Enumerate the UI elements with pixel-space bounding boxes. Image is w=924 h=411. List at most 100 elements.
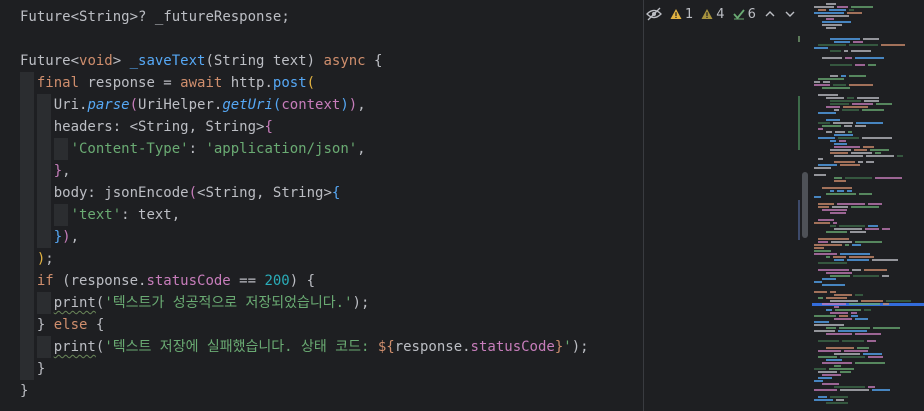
minimap-line [823, 81, 830, 83]
minimap-line [834, 41, 850, 43]
minimap-line [857, 347, 869, 349]
minimap-line [864, 100, 879, 102]
code-line[interactable]: body: jsonEncode(<String, String>{ [20, 182, 640, 204]
code-token: ; [45, 251, 54, 267]
code-line[interactable] [20, 28, 640, 50]
chevron-up-icon [765, 11, 775, 17]
minimap-line [849, 84, 873, 86]
minimap-line [845, 57, 852, 59]
code-line[interactable]: headers: <String, String>{ [20, 116, 640, 138]
minimap-line [859, 193, 872, 195]
code-line[interactable]: } [20, 380, 640, 402]
code-token: print [53, 295, 96, 311]
code-token: , [70, 229, 80, 245]
code-line[interactable]: 'text': text, [20, 204, 640, 226]
minimap-line [852, 103, 873, 105]
code-line[interactable]: final response = await http. post( [20, 72, 640, 94]
code-token: async [323, 53, 366, 69]
code-token: } [20, 361, 46, 377]
minimap-line [830, 103, 849, 105]
minimap-line [868, 225, 878, 227]
minimap-line [834, 177, 842, 179]
code-token: ) [62, 229, 71, 245]
minimap-line [854, 149, 867, 151]
minimap-line [826, 359, 842, 361]
previous-problem-button[interactable] [764, 8, 776, 20]
code-token: if [36, 273, 54, 289]
minimap-line [868, 203, 882, 205]
code-line[interactable]: Future < void > _saveText (String text) asyn… [20, 50, 640, 72]
minimap-line [833, 84, 846, 86]
code-line[interactable]: } else { [20, 314, 640, 336]
code-line[interactable]: }), [20, 226, 640, 248]
minimap-line [849, 44, 878, 46]
minimap-line [866, 161, 874, 163]
code-line[interactable]: if (response. statusCode == 200) { [20, 270, 640, 292]
minimap-line [848, 131, 852, 133]
minimap-line [849, 256, 874, 258]
minimap-line [826, 347, 854, 349]
code-token: ( [306, 75, 316, 91]
code-token: ) { [289, 273, 316, 289]
minimap-line [875, 152, 881, 154]
minimap-line [814, 47, 828, 49]
code-token: , [62, 163, 71, 179]
hide-highlighting-button[interactable] [646, 7, 662, 21]
minimap-line [818, 137, 835, 139]
typos-counter[interactable]: 6 [732, 6, 756, 22]
code-token: post [272, 75, 307, 91]
code-token: parse [87, 97, 130, 113]
minimap-line [845, 244, 849, 246]
minimap[interactable] [812, 0, 924, 411]
code-token: ' [563, 339, 572, 355]
minimap-line [818, 350, 841, 352]
minimap-line [818, 158, 823, 160]
code-area[interactable]: Future < String >? _futureResponse; Future < v… [20, 6, 640, 411]
minimap-line [814, 321, 829, 323]
minimap-line [868, 386, 875, 388]
minimap-line [853, 275, 879, 277]
code-token: body: [20, 185, 105, 201]
code-line[interactable]: } [20, 358, 640, 380]
code-editor[interactable]: Future < String >? _futureResponse; Future < v… [0, 0, 924, 411]
minimap-line [855, 362, 885, 364]
minimap-line [876, 103, 892, 105]
minimap-line [845, 177, 872, 179]
minimap-line [822, 362, 852, 364]
minimap-line [882, 275, 889, 277]
code-line[interactable]: }, [20, 160, 640, 182]
minimap-line [844, 350, 868, 352]
typos-count: 6 [747, 6, 756, 22]
minimap-line [822, 374, 841, 376]
minimap-line [834, 294, 852, 296]
code-line[interactable]: Future < String >? _futureResponse; [20, 6, 640, 28]
minimap-line [814, 389, 837, 391]
minimap-line [826, 97, 844, 99]
warnings-count: 1 [685, 6, 694, 22]
minimap-line [818, 262, 847, 264]
minimap-line [822, 125, 841, 127]
minimap-line [861, 300, 883, 302]
code-token: { [331, 185, 341, 201]
vertical-scrollbar[interactable] [802, 172, 808, 238]
minimap-line [818, 122, 830, 124]
minimap-line [822, 21, 851, 23]
warnings-counter[interactable]: 1 [670, 7, 693, 22]
code-line[interactable]: ); [20, 248, 640, 270]
minimap-line [814, 291, 827, 293]
code-token: final [36, 75, 80, 91]
minimap-line [852, 269, 861, 271]
minimap-line [826, 402, 848, 404]
code-line[interactable]: print('텍스트가 성공적으로 저장되었습니다.'); [20, 292, 640, 314]
minimap-line [826, 3, 836, 5]
minimap-line [882, 228, 890, 230]
code-token: (response. [53, 273, 147, 289]
minimap-line [839, 315, 848, 317]
code-line[interactable]: 'Content-Type': 'application/json', [20, 138, 640, 160]
weak-warnings-counter[interactable]: 4 [701, 7, 725, 22]
inspections-widget[interactable]: 1 4 6 [646, 4, 796, 24]
code-line[interactable]: Uri. parse(UriHelper. getUri(context)), [20, 94, 640, 116]
next-problem-button[interactable] [784, 8, 796, 20]
code-line[interactable]: print('텍스트 저장에 실패했습니다. 상태 코드: ${response… [20, 336, 640, 358]
